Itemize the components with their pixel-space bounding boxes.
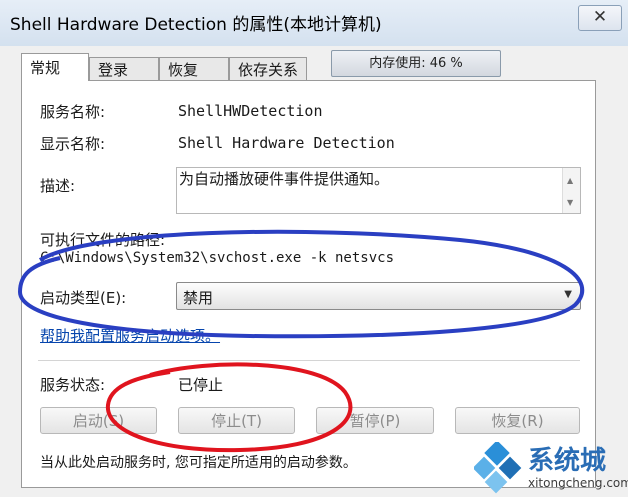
- startup-type-label: 启动类型(E):: [40, 289, 127, 307]
- description-scrollbar[interactable]: ▲ ▼: [562, 168, 580, 213]
- service-status-label: 服务状态:: [40, 376, 106, 394]
- tab-dependencies[interactable]: 依存关系: [229, 57, 307, 81]
- close-icon: ✕: [592, 7, 608, 27]
- startup-type-select[interactable]: 禁用 ▼: [176, 282, 581, 310]
- scroll-up-icon[interactable]: ▲: [567, 176, 573, 185]
- display-name-label: 显示名称:: [40, 135, 106, 153]
- brand-logo-icon: [474, 442, 522, 494]
- watermark: 系统城 xitongcheng.com: [470, 438, 628, 497]
- pause-button[interactable]: 暂停(P): [316, 407, 434, 434]
- watermark-brand: 系统城: [528, 446, 607, 476]
- display-name-value: Shell Hardware Detection: [178, 134, 395, 152]
- help-configure-link[interactable]: 帮助我配置服务启动选项。: [40, 325, 220, 346]
- chevron-down-icon: ▼: [564, 289, 572, 300]
- service-name-value: ShellHWDetection: [178, 102, 323, 120]
- description-value: 为自动播放硬件事件提供通知。: [179, 170, 390, 188]
- startup-type-value: 禁用: [183, 289, 214, 307]
- exe-path-value: C:\Windows\System32\svchost.exe -k netsv…: [40, 250, 395, 266]
- scroll-down-icon[interactable]: ▼: [567, 198, 573, 207]
- tab-general[interactable]: 常规: [21, 53, 89, 81]
- divider: [38, 360, 580, 361]
- resume-button[interactable]: 恢复(R): [455, 407, 580, 434]
- exe-path-label: 可执行文件的路径:: [40, 231, 166, 249]
- title-bar: Shell Hardware Detection 的属性(本地计算机) ✕: [0, 0, 628, 46]
- description-field[interactable]: 为自动播放硬件事件提供通知。 ▲ ▼: [176, 167, 581, 214]
- start-button[interactable]: 启动(S): [40, 407, 157, 434]
- close-button[interactable]: ✕: [578, 5, 622, 31]
- stop-button[interactable]: 停止(T): [178, 407, 295, 434]
- tab-recovery[interactable]: 恢复: [159, 57, 229, 81]
- description-label: 描述:: [40, 177, 76, 195]
- service-status-value: 已停止: [178, 376, 224, 394]
- window-title: Shell Hardware Detection 的属性(本地计算机): [10, 15, 382, 35]
- service-name-label: 服务名称:: [40, 103, 106, 121]
- tab-logon[interactable]: 登录: [89, 57, 159, 81]
- start-params-hint: 当从此处启动服务时, 您可指定所适用的启动参数。: [40, 455, 357, 471]
- memory-usage-indicator: 内存使用: 46 %: [331, 50, 501, 77]
- watermark-url: xitongcheng.com: [528, 476, 628, 490]
